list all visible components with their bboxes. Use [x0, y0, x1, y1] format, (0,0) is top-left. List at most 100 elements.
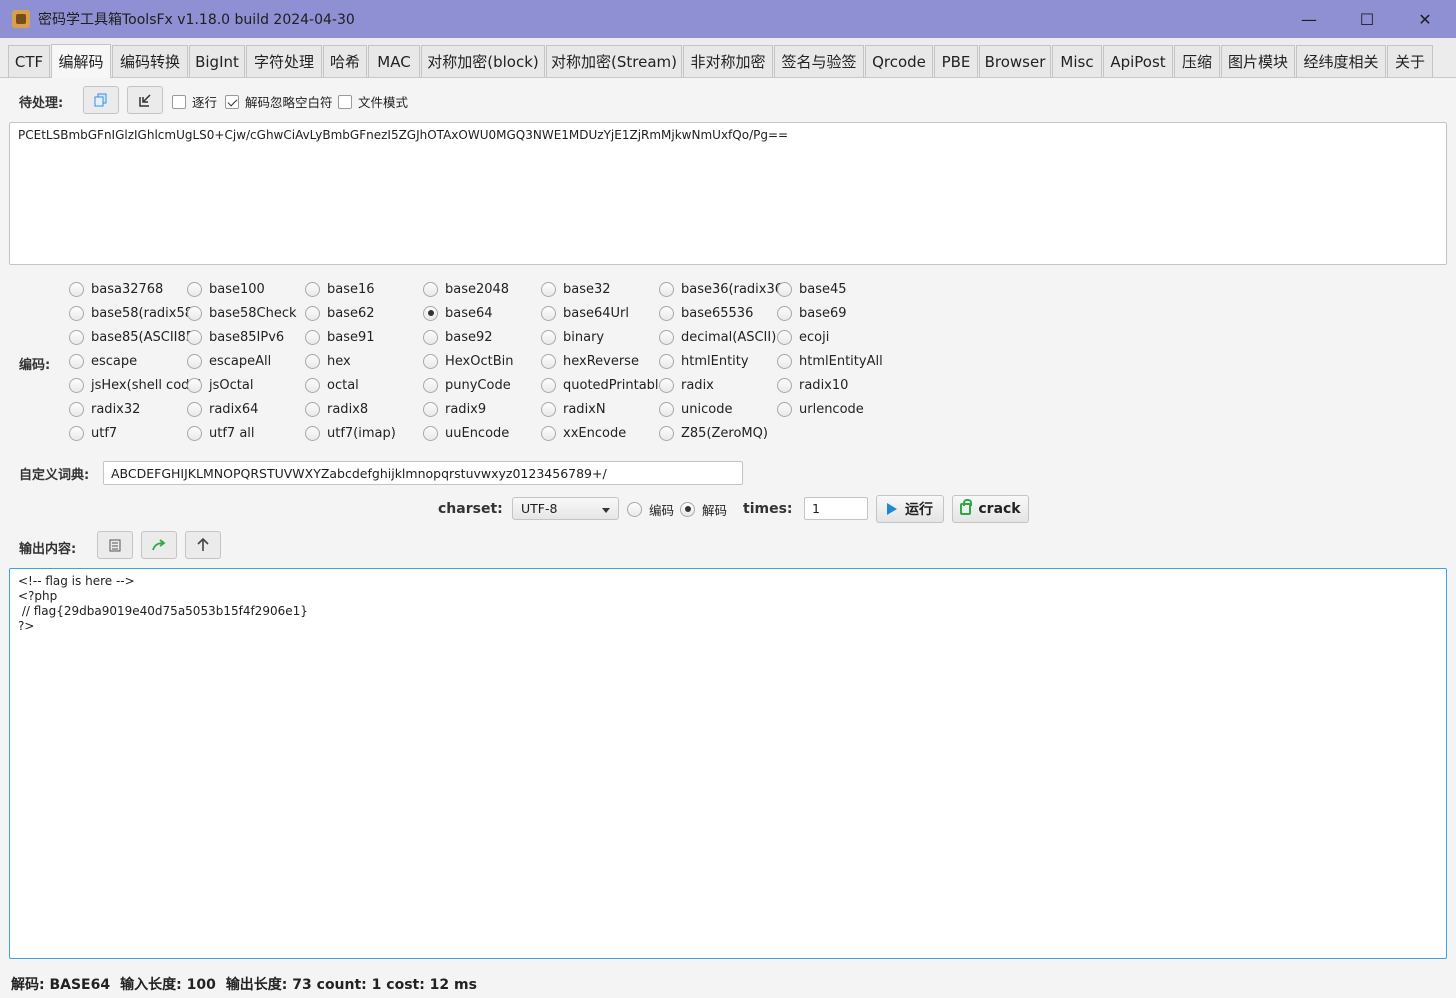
- tab-symmetric-stream[interactable]: 对称加密(Stream): [546, 45, 682, 77]
- encoding-option-quotedprintable[interactable]: quotedPrintable: [541, 375, 667, 395]
- radio-dot[interactable]: [541, 425, 556, 441]
- radio-dot[interactable]: [777, 353, 792, 369]
- radio-dot[interactable]: [541, 377, 556, 393]
- radio-dot[interactable]: [659, 305, 674, 321]
- encoding-option-base16[interactable]: base16: [305, 279, 375, 299]
- radio-dot[interactable]: [541, 401, 556, 417]
- radio-dot[interactable]: [187, 377, 202, 393]
- charset-select[interactable]: UTF-8: [512, 497, 619, 520]
- encoding-option-base45[interactable]: base45: [777, 279, 847, 299]
- encoding-option-base36-radix36[interactable]: base36(radix36): [659, 279, 788, 299]
- encoding-option-urlencode[interactable]: urlencode: [777, 399, 864, 419]
- encoding-option-hexreverse[interactable]: hexReverse: [541, 351, 639, 371]
- tab-bigint[interactable]: BigInt: [189, 45, 245, 77]
- mode-decode-dot[interactable]: [680, 501, 695, 517]
- tab-misc[interactable]: Misc: [1052, 45, 1102, 77]
- encoding-option-radix10[interactable]: radix10: [777, 375, 848, 395]
- line-by-line-box[interactable]: [172, 94, 186, 109]
- tab-encoding-convert[interactable]: 编码转换: [112, 45, 188, 77]
- tab-symmetric-block[interactable]: 对称加密(block): [421, 45, 545, 77]
- encoding-option-base58-radix58[interactable]: base58(radix58): [69, 303, 198, 323]
- radio-dot[interactable]: [187, 305, 202, 321]
- tab-asymmetric[interactable]: 非对称加密: [683, 45, 773, 77]
- tab-browser[interactable]: Browser: [979, 45, 1051, 77]
- radio-dot[interactable]: [541, 305, 556, 321]
- tab-pbe[interactable]: PBE: [934, 45, 978, 77]
- encoding-option-radixn[interactable]: radixN: [541, 399, 606, 419]
- encoding-option-radix8[interactable]: radix8: [305, 399, 368, 419]
- radio-dot[interactable]: [777, 329, 792, 345]
- encoding-option-base2048[interactable]: base2048: [423, 279, 509, 299]
- radio-dot[interactable]: [187, 353, 202, 369]
- tab-string-process[interactable]: 字符处理: [246, 45, 322, 77]
- mode-decode-radio[interactable]: 解码: [680, 499, 727, 519]
- tab-hash[interactable]: 哈希: [323, 45, 367, 77]
- run-button[interactable]: 运行: [876, 495, 944, 523]
- close-button[interactable]: ✕: [1396, 0, 1454, 38]
- tab-latlng[interactable]: 经纬度相关: [1296, 45, 1386, 77]
- encoding-option-base92[interactable]: base92: [423, 327, 493, 347]
- radio-dot[interactable]: [777, 281, 792, 297]
- line-by-line-checkbox[interactable]: 逐行: [172, 92, 217, 111]
- tab-image-module[interactable]: 图片模块: [1221, 45, 1295, 77]
- encoding-option-hex[interactable]: hex: [305, 351, 351, 371]
- tab-ctf[interactable]: CTF: [8, 45, 50, 77]
- encoding-option-unicode[interactable]: unicode: [659, 399, 732, 419]
- encoding-option-utf7-all[interactable]: utf7 all: [187, 423, 255, 443]
- output-copy-button[interactable]: [97, 531, 133, 559]
- encoding-option-base69[interactable]: base69: [777, 303, 847, 323]
- times-input[interactable]: 1: [804, 497, 868, 520]
- radio-dot[interactable]: [69, 401, 84, 417]
- ignore-whitespace-box[interactable]: [225, 94, 239, 109]
- encoding-option-base62[interactable]: base62: [305, 303, 375, 323]
- tab-compress[interactable]: 压缩: [1174, 45, 1220, 77]
- maximize-button[interactable]: ☐: [1338, 0, 1396, 38]
- encoding-option-jshex-shell-code[interactable]: jsHex(shell code): [69, 375, 202, 395]
- radio-dot[interactable]: [423, 305, 438, 321]
- tab-apipost[interactable]: ApiPost: [1103, 45, 1173, 77]
- file-mode-checkbox[interactable]: 文件模式: [338, 92, 408, 111]
- radio-dot[interactable]: [659, 401, 674, 417]
- radio-dot[interactable]: [305, 329, 320, 345]
- encoding-option-base65536[interactable]: base65536: [659, 303, 753, 323]
- encoding-option-htmlentityall[interactable]: htmlEntityAll: [777, 351, 883, 371]
- encoding-option-z85-zeromq[interactable]: Z85(ZeroMQ): [659, 423, 768, 443]
- radio-dot[interactable]: [423, 401, 438, 417]
- encoding-option-base58check[interactable]: base58Check: [187, 303, 297, 323]
- radio-dot[interactable]: [69, 353, 84, 369]
- radio-dot[interactable]: [69, 329, 84, 345]
- radio-dot[interactable]: [423, 329, 438, 345]
- radio-dot[interactable]: [423, 281, 438, 297]
- forward-button[interactable]: [141, 531, 177, 559]
- encoding-option-ecoji[interactable]: ecoji: [777, 327, 829, 347]
- file-mode-box[interactable]: [338, 94, 352, 109]
- encoding-option-base64[interactable]: base64: [423, 303, 493, 323]
- encoding-option-base100[interactable]: base100: [187, 279, 265, 299]
- encoding-option-hexoctbin[interactable]: HexOctBin: [423, 351, 514, 371]
- encoding-option-escape[interactable]: escape: [69, 351, 137, 371]
- encoding-option-escapeall[interactable]: escapeAll: [187, 351, 271, 371]
- encoding-option-basa32768[interactable]: basa32768: [69, 279, 163, 299]
- radio-dot[interactable]: [69, 425, 84, 441]
- radio-dot[interactable]: [423, 353, 438, 369]
- copy-button[interactable]: [83, 86, 119, 114]
- encoding-option-xxencode[interactable]: xxEncode: [541, 423, 626, 443]
- radio-dot[interactable]: [69, 305, 84, 321]
- radio-dot[interactable]: [659, 377, 674, 393]
- radio-dot[interactable]: [423, 377, 438, 393]
- radio-dot[interactable]: [659, 281, 674, 297]
- upload-button[interactable]: [185, 531, 221, 559]
- encoding-option-punycode[interactable]: punyCode: [423, 375, 511, 395]
- radio-dot[interactable]: [777, 305, 792, 321]
- minimize-button[interactable]: —: [1280, 0, 1338, 38]
- radio-dot[interactable]: [541, 281, 556, 297]
- encoding-option-radix64[interactable]: radix64: [187, 399, 258, 419]
- encoding-option-base85-ascii85[interactable]: base85(ASCII85): [69, 327, 199, 347]
- radio-dot[interactable]: [69, 377, 84, 393]
- radio-dot[interactable]: [541, 329, 556, 345]
- encoding-option-utf7[interactable]: utf7: [69, 423, 117, 443]
- encoding-option-radix32[interactable]: radix32: [69, 399, 140, 419]
- ignore-whitespace-checkbox[interactable]: 解码忽略空白符: [225, 92, 333, 111]
- radio-dot[interactable]: [187, 425, 202, 441]
- radio-dot[interactable]: [305, 305, 320, 321]
